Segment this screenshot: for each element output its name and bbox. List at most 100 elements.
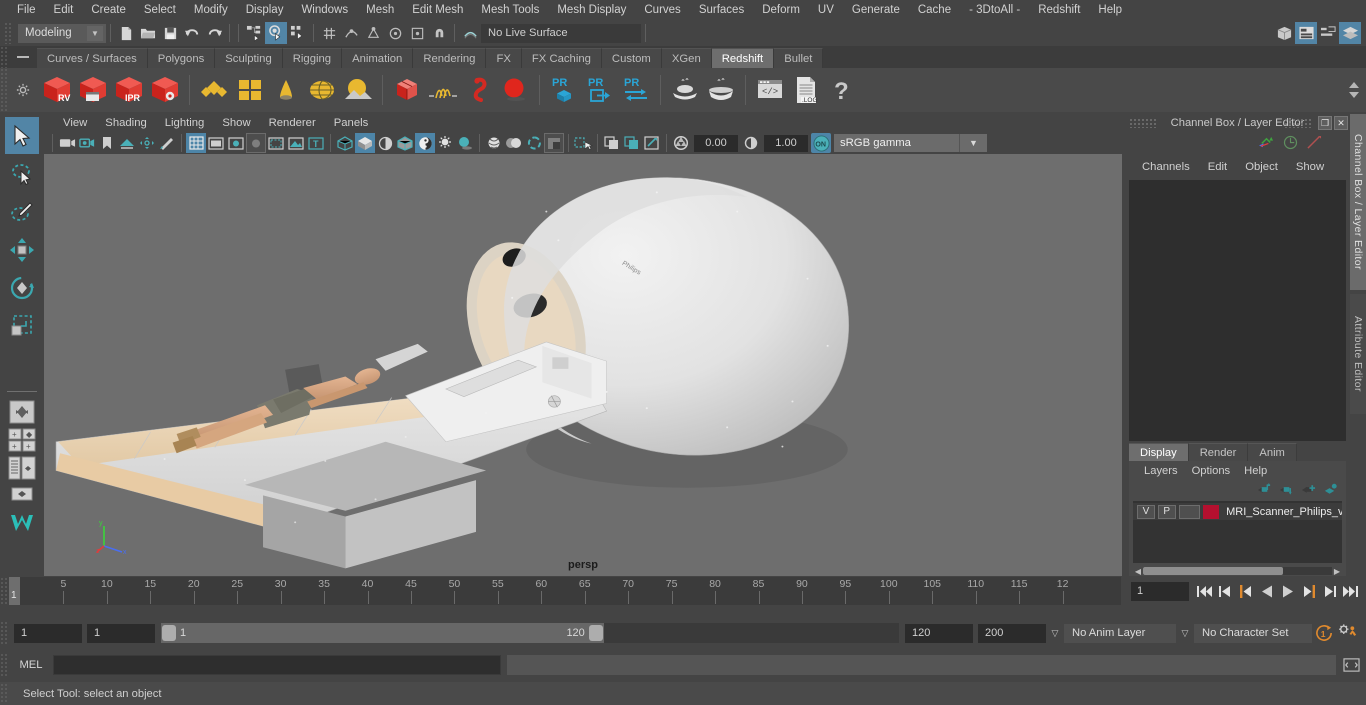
layer-tab-render[interactable]: Render: [1188, 443, 1249, 461]
texture-toggle-icon[interactable]: [415, 133, 435, 153]
ao-icon[interactable]: [484, 133, 504, 153]
channel-box-icon[interactable]: [1339, 22, 1361, 44]
proxy-swap-icon[interactable]: PR: [618, 72, 654, 108]
status-line-grip[interactable]: [4, 22, 13, 44]
menu-item-create[interactable]: Create: [82, 0, 135, 20]
snap-point-icon[interactable]: [362, 22, 384, 44]
panel-grip[interactable]: [1129, 118, 1157, 128]
step-forward-keyframe-icon[interactable]: [1321, 581, 1339, 601]
layer-menu-help[interactable]: Help: [1237, 461, 1274, 481]
redshift-render-settings-icon[interactable]: [147, 72, 183, 108]
snap-curve-icon[interactable]: [340, 22, 362, 44]
scroll-right-icon[interactable]: ▶: [1332, 567, 1342, 576]
play-backwards-icon[interactable]: [1258, 581, 1276, 601]
menu-item-mesh-display[interactable]: Mesh Display: [548, 0, 635, 20]
bookmark-icon[interactable]: [97, 133, 117, 153]
channel-box-menu-object[interactable]: Object: [1236, 156, 1287, 178]
wireframe-on-shaded-icon[interactable]: [395, 133, 415, 153]
hypergraph-persp-layout[interactable]: [5, 482, 39, 510]
step-back-frame-icon[interactable]: [1237, 581, 1255, 601]
2d-pan-zoom-icon[interactable]: [137, 133, 157, 153]
menu-item-file[interactable]: File: [8, 0, 45, 20]
proxy-export-icon[interactable]: PR: [582, 72, 618, 108]
menu-item-windows[interactable]: Windows: [292, 0, 357, 20]
redshift-material-icon[interactable]: [196, 72, 232, 108]
redshift-dome-light-icon[interactable]: [304, 72, 340, 108]
shelf-row-grip[interactable]: [0, 68, 9, 112]
layer-type-toggle[interactable]: [1178, 504, 1201, 519]
menu-item-mesh-tools[interactable]: Mesh Tools: [472, 0, 548, 20]
redshift-proxy-cube-icon[interactable]: [389, 72, 425, 108]
animation-preferences-icon[interactable]: [1336, 623, 1362, 643]
vtab-channel-box-layer-editor[interactable]: Channel Box / Layer Editor: [1350, 114, 1366, 290]
viewport-menu-view[interactable]: View: [54, 114, 96, 132]
range-end-handle[interactable]: [588, 625, 603, 641]
channel-box-icon[interactable]: [1258, 135, 1275, 153]
new-scene-icon[interactable]: [115, 22, 137, 44]
current-frame-field[interactable]: 1: [1131, 581, 1189, 601]
menu-item-curves[interactable]: Curves: [635, 0, 689, 20]
modeling-toolkit-icon[interactable]: [1306, 135, 1322, 153]
wireframe-icon[interactable]: [335, 133, 355, 153]
redshift-sphere-icon[interactable]: [497, 72, 533, 108]
menu-item-3dtoall[interactable]: - 3DtoAll -: [960, 0, 1029, 20]
attribute-editor-icon[interactable]: [1295, 22, 1317, 44]
redshift-environment-icon[interactable]: [340, 72, 376, 108]
shelf-scroll-arrows[interactable]: [1344, 72, 1364, 108]
grid-toggle-icon[interactable]: [186, 133, 206, 153]
lighting-toggle-icon[interactable]: [435, 133, 455, 153]
layer-list-scrollbar[interactable]: ◀ ▶: [1133, 566, 1342, 576]
layer-color-swatch[interactable]: [1203, 504, 1220, 519]
menu-item-deform[interactable]: Deform: [753, 0, 809, 20]
motion-blur-icon[interactable]: [504, 133, 524, 153]
script-editor-icon[interactable]: </>: [752, 72, 788, 108]
multisample-icon[interactable]: [524, 133, 544, 153]
shelf-tab-fx-caching[interactable]: FX Caching: [521, 48, 602, 68]
menu-item-edit[interactable]: Edit: [45, 0, 83, 20]
film-gate-icon[interactable]: [206, 133, 226, 153]
help-line-grip[interactable]: [0, 683, 9, 704]
layer-menu-layers[interactable]: Layers: [1137, 461, 1185, 481]
undock-panel-button[interactable]: ❐: [1318, 116, 1332, 130]
magnet-icon[interactable]: [428, 22, 450, 44]
menu-item-modify[interactable]: Modify: [185, 0, 237, 20]
time-slider-track[interactable]: 1 5 10 15 20 25 30 35 40 45 50 55 60 65 70 75 80 85 90 95 1…: [9, 577, 1121, 605]
lasso-select-tool[interactable]: [5, 155, 39, 192]
titlesafe-icon[interactable]: T: [306, 133, 326, 153]
menu-item-edit-mesh[interactable]: Edit Mesh: [403, 0, 472, 20]
color-management-toggle[interactable]: ON: [811, 133, 831, 153]
shelf-tab-bullet[interactable]: Bullet: [774, 48, 824, 68]
color-management-selector[interactable]: sRGB gamma ▼: [834, 134, 987, 152]
hierarchy-select-icon[interactable]: [243, 22, 265, 44]
chevron-up-icon[interactable]: [1349, 82, 1359, 88]
shelf-tab-fx[interactable]: FX: [486, 48, 522, 68]
make-live-icon[interactable]: [459, 22, 481, 44]
smooth-shade-all-icon[interactable]: [355, 133, 375, 153]
grease-pencil-icon[interactable]: [157, 133, 177, 153]
command-input[interactable]: [53, 655, 501, 675]
chevron-down-icon[interactable]: [1349, 92, 1359, 98]
viewport-menu-show[interactable]: Show: [213, 114, 259, 132]
redshift-render-sequence-icon[interactable]: [75, 72, 111, 108]
channel-box-menu-channels[interactable]: Channels: [1133, 156, 1199, 178]
viewport-menu-panels[interactable]: Panels: [325, 114, 378, 132]
select-camera-icon[interactable]: [57, 133, 77, 153]
snap-grid-icon[interactable]: [318, 22, 340, 44]
playback-end-time-field[interactable]: 120: [905, 623, 973, 643]
shelf-tab-rendering[interactable]: Rendering: [413, 48, 487, 68]
new-layer-from-selected-icon[interactable]: [1323, 483, 1338, 498]
auto-keyframe-icon[interactable]: 1: [1312, 623, 1336, 643]
range-slider-grip[interactable]: [0, 621, 9, 645]
shelf-tab-rigging[interactable]: Rigging: [282, 48, 343, 68]
layer-list[interactable]: V P MRI_Scanner_Philips_v: [1133, 501, 1342, 563]
current-time-indicator[interactable]: 1: [9, 577, 20, 605]
shelf-tab-sculpting[interactable]: Sculpting: [215, 48, 283, 68]
animation-start-time-field[interactable]: 1: [14, 623, 82, 643]
menu-set-selector[interactable]: Modeling ▼: [18, 23, 106, 43]
chevron-down-icon[interactable]: ▽: [1176, 628, 1194, 639]
object-select-icon[interactable]: [265, 22, 287, 44]
step-forward-frame-icon[interactable]: [1300, 581, 1318, 601]
range-slider-bar[interactable]: 1 120: [161, 623, 899, 643]
exposure-field[interactable]: 0.00: [694, 134, 738, 152]
menu-item-cache[interactable]: Cache: [909, 0, 960, 20]
